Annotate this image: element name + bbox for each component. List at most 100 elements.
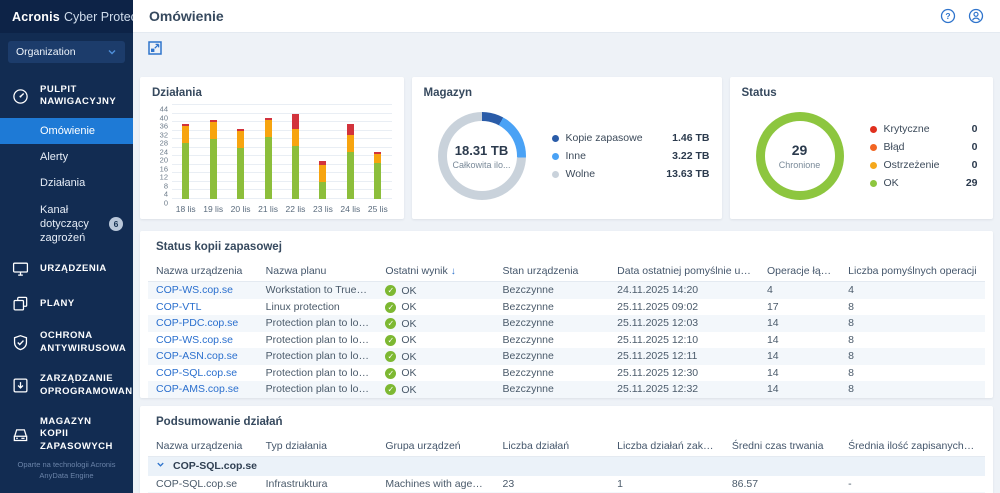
dashboard-toolbar [133, 33, 1000, 63]
bar-23-lis [309, 105, 336, 199]
last-result-cell: ✓ OK [377, 283, 494, 298]
sidebar-item-devices[interactable]: URZĄDZENIA [0, 251, 133, 286]
legend-dot [551, 152, 559, 160]
column-header[interactable]: Średni czas trwania [724, 439, 840, 453]
sidebar-item-dashboard[interactable]: PULPIT NAWIGACYJNY [0, 75, 133, 118]
column-header[interactable]: Typ działania [258, 439, 378, 453]
activities-bar-chart: 0 4 8 12 16 20 24 28 32 36 40 44 18 lis 19 lis 20 lis… [152, 104, 392, 214]
sidebar-footer-text: Oparte na technologii Acronis AnyData En… [17, 459, 116, 480]
bar-segment-ok [237, 147, 245, 199]
device-name-link[interactable]: COP-WS.cop.se [148, 283, 258, 297]
column-header[interactable]: Data ostatniej pomyślnie utw... [609, 264, 759, 278]
bar-segment-error [291, 113, 299, 129]
widget-title: Podsumowanie działań [156, 415, 283, 428]
status-legend: Krytyczne 0 Błąd 0 Ostrzeżenie 0 OK 29 [869, 123, 978, 189]
sidebar-item-alerts[interactable]: Alerty [0, 144, 133, 170]
legend-label: Kopie zapasowe [565, 132, 643, 144]
last-result-cell: ✓ OK [377, 382, 494, 397]
sidebar-nav: PULPIT NAWIGACYJNY Omówienie Alerty Działan… [0, 71, 133, 449]
column-header[interactable]: Nazwa planu [258, 264, 378, 278]
device-name-link[interactable]: COP-VTL [148, 300, 258, 314]
plans-icon [12, 295, 29, 312]
legend-value: 1.46 TB [672, 132, 710, 144]
legend-value: 13.63 TB [666, 168, 710, 180]
widget-title: Status kopii zapasowej [156, 241, 282, 253]
sidebar-item-backup-storage[interactable]: MAGAZYN KOPII ZAPASOWYCH [0, 407, 133, 449]
bar-segment-ok [374, 162, 382, 199]
sidebar-item-overview[interactable]: Omówienie [0, 117, 133, 144]
result-label: OK [401, 334, 417, 346]
column-header[interactable]: Stan urządzenia [495, 264, 610, 278]
successful-operations-cell: 8 [848, 333, 854, 346]
device-name-link[interactable]: COP-SQL.cop.se [148, 366, 258, 380]
sidebar-item-software-management[interactable]: ZARZĄDZANIE OPROGRAMOWANIEM [0, 364, 133, 407]
result-label: OK [401, 301, 417, 313]
bar-segment-warning [264, 119, 272, 138]
chevron-expanded-icon[interactable] [156, 460, 165, 472]
sidebar-item-threat-feed[interactable]: Kanał dotyczący zagrożeń 6 [0, 197, 133, 252]
storage-icon [12, 426, 29, 443]
legend-dot [551, 170, 559, 178]
legend-label: Krytyczne [883, 123, 930, 135]
app-root: Acronis Cyber Protect Organization PULPI… [0, 0, 1000, 493]
last-success-date-cell: 25.11.2025 12:30 [617, 366, 699, 379]
storage-widget: Magazyn 18.31 TB Całkowita ilo... Kopie … [411, 77, 722, 219]
logo-brand: Acronis [12, 9, 60, 24]
add-widget-icon[interactable] [148, 41, 162, 55]
backup-status-widget: Status kopii zapasowej Nazwa urządzenia N… [140, 231, 993, 398]
status-donut-chart: 29 Chronione [755, 112, 844, 200]
column-header[interactable]: Średnia ilość zapisanych bajtów [840, 439, 985, 453]
column-header[interactable]: Liczba działań [495, 439, 610, 453]
x-tick-label: 19 lis [203, 204, 224, 214]
device-state-cell: Bezczynne [502, 350, 554, 363]
column-header[interactable]: Nazwa urządzenia [148, 439, 258, 453]
column-header[interactable]: Operacje łącznie [759, 264, 840, 278]
x-tick-label: 24 lis [340, 204, 361, 214]
device-name-link[interactable]: COP-ASN.cop.se [148, 349, 258, 363]
device-name-link[interactable]: COP-AMS.cop.se [148, 382, 258, 396]
bar-segment-error [346, 124, 354, 135]
organization-selector-label: Organization [16, 46, 76, 58]
legend-dot [869, 161, 877, 169]
last-success-date-cell: 25.11.2025 12:11 [617, 350, 698, 363]
bar-18-lis [172, 105, 199, 199]
group-row[interactable]: COP-SQL.cop.se [148, 456, 985, 476]
column-header[interactable]: Liczba działań zakończonych ... [609, 439, 724, 453]
sidebar-item-label: Alerty [40, 150, 69, 163]
legend-dot [869, 179, 877, 187]
check-icon: ✓ [385, 318, 397, 329]
device-name-link[interactable]: COP-WS.cop.se [148, 333, 258, 347]
result-label: OK [401, 350, 417, 363]
check-icon: ✓ [385, 384, 397, 395]
bar-20-lis [227, 105, 254, 199]
successful-operations-cell: 8 [848, 317, 854, 330]
plan-name-cell: Protection plan to local [265, 383, 372, 396]
total-operations-cell: 17 [766, 300, 779, 313]
shield-icon [12, 334, 29, 351]
sidebar: Acronis Cyber Protect Organization PULPI… [0, 0, 140, 493]
last-success-date-cell: 25.11.2025 12:03 [617, 317, 699, 330]
sidebar-item-antivirus-protection[interactable]: OCHRONA ANTYWIRUSOWA [0, 321, 133, 364]
column-header[interactable]: Nazwa urządzenia [148, 264, 258, 278]
completed-count-cell: 1 [617, 477, 623, 490]
y-tick-label: 8 [163, 181, 168, 191]
account-icon[interactable] [968, 8, 984, 24]
bar-segment-ok [264, 137, 272, 199]
table-row: COP-SQL.cop.se Protection plan to local ✓ O… [148, 365, 985, 382]
device-name-link[interactable]: COP-PDC.cop.se [148, 316, 258, 330]
bar-segment-ok [319, 181, 327, 199]
organization-selector[interactable]: Organization [8, 41, 125, 63]
table-row: COP-AMS.cop.se Protection plan to local ✓ O… [148, 381, 985, 398]
result-label: OK [401, 317, 417, 330]
plan-name-cell: Protection plan to local [265, 350, 372, 363]
total-operations-cell: 4 [766, 284, 773, 297]
sidebar-item-activities[interactable]: Działania [0, 170, 133, 196]
plan-name-cell: Protection plan to local [265, 317, 372, 330]
sidebar-item-plans[interactable]: PLANY [0, 286, 133, 321]
status-ok-badge: ✓ OK [385, 317, 417, 330]
column-header[interactable]: Ostatni wynik ↓ [377, 264, 494, 278]
column-header[interactable]: Liczba pomyślnych operacji [840, 264, 985, 278]
sidebar-item-label: PULPIT NAWIGACYJNY [40, 84, 117, 108]
help-icon[interactable]: ? [940, 8, 956, 24]
column-header[interactable]: Grupa urządzeń [377, 439, 494, 453]
